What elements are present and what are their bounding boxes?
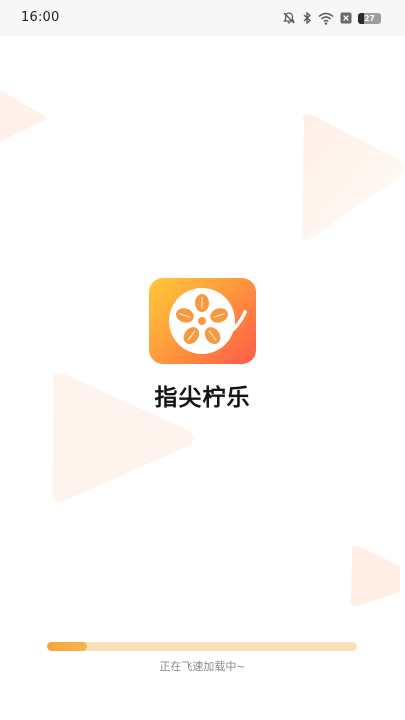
mute-icon [282, 11, 296, 25]
status-time: 16:00 [21, 10, 60, 25]
bluetooth-icon [302, 11, 312, 25]
film-reel-icon [149, 278, 256, 364]
app-name: 指尖柠乐 [154, 385, 251, 411]
battery-icon: 27 [358, 12, 381, 24]
wifi-icon [318, 12, 334, 25]
battery-level: 27 [364, 13, 375, 23]
play-triangle-decor [301, 114, 405, 240]
loading-progress-fill [47, 642, 88, 651]
loading-progress-bar [47, 642, 357, 651]
status-bar: 16:00 27 [0, 0, 405, 36]
play-triangle-decor [350, 545, 400, 607]
play-triangle-decor [0, 90, 48, 142]
sim-x-icon [340, 12, 352, 24]
status-icons: 27 [276, 9, 381, 27]
loading-text: 正在飞速加载中~ [159, 660, 246, 673]
